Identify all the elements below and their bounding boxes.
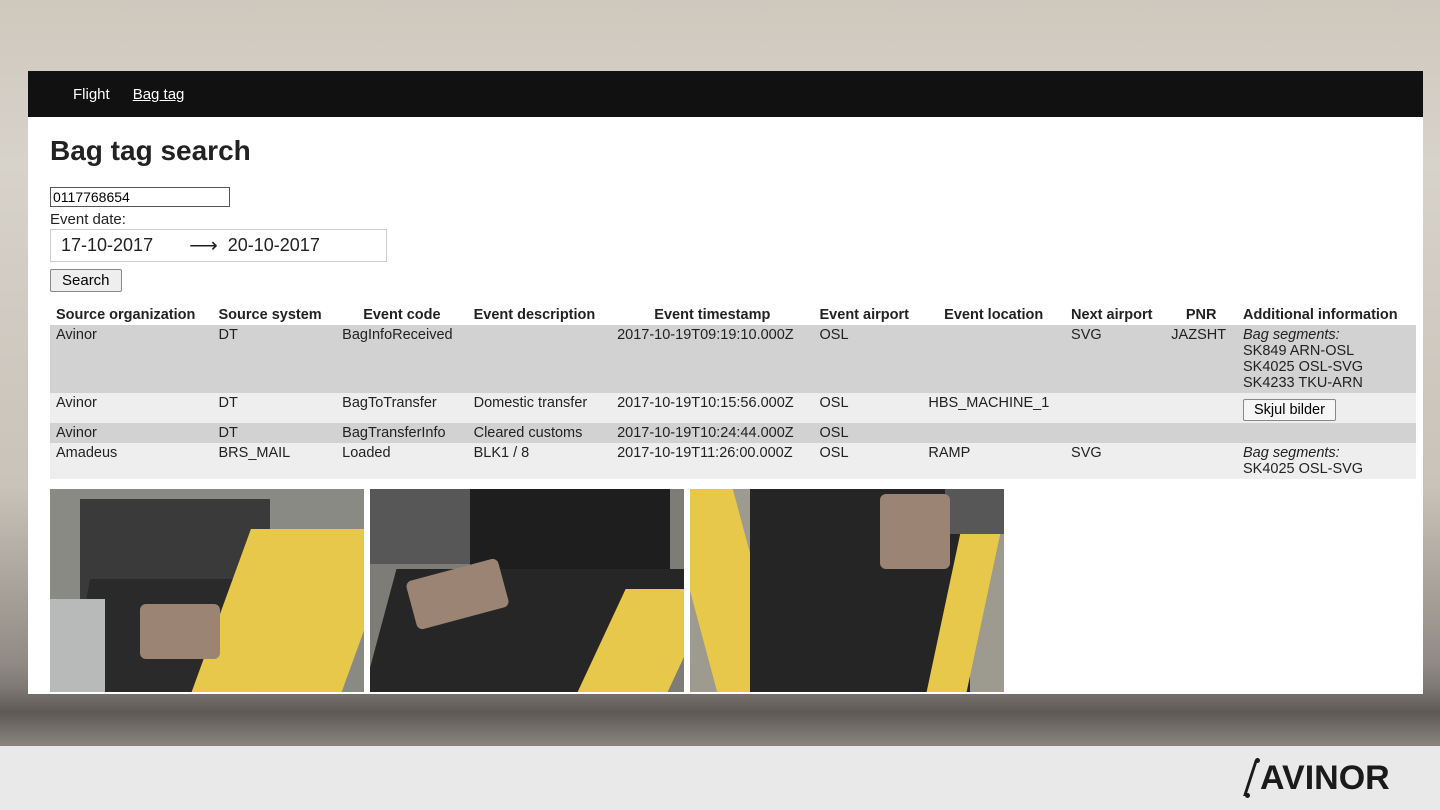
cell-timestamp: 2017-10-19T10:24:44.000Z <box>611 423 814 443</box>
search-button[interactable]: Search <box>50 269 122 292</box>
logo-text: AVINOR <box>1260 758 1390 797</box>
cell-pnr <box>1165 393 1237 423</box>
info-title: Bag segments: <box>1242 445 1340 461</box>
cell-timestamp: 2017-10-19T09:19:10.000Z <box>611 325 814 393</box>
cell-pnr: JAZSHT <box>1165 325 1237 393</box>
nav-bag-tag[interactable]: Bag tag <box>133 86 185 103</box>
events-table: Source organization Source system Event … <box>50 305 1416 479</box>
cell-pnr <box>1165 443 1237 479</box>
main-content: Bag tag search Event date: 17-10-2017 ⟶ … <box>28 135 1423 692</box>
logo-slash-icon <box>1245 758 1260 798</box>
camera-image <box>50 489 364 692</box>
camera-image <box>370 489 684 692</box>
cell-code: BagInfoReceived <box>336 325 468 393</box>
slide-footer <box>0 746 1440 810</box>
bag-tag-input[interactable] <box>50 187 230 207</box>
cell-timestamp: 2017-10-19T11:26:00.000Z <box>611 443 814 479</box>
cell-location: HBS_MACHINE_1 <box>922 393 1066 423</box>
table-row: Avinor DT BagInfoReceived 2017-10-19T09:… <box>50 325 1416 393</box>
cell-org: Avinor <box>50 393 213 423</box>
cell-next-airport <box>1065 423 1166 443</box>
page-title: Bag tag search <box>50 135 251 166</box>
cell-next-airport: SVG <box>1065 325 1166 393</box>
cell-desc: BLK1 / 8 <box>467 443 612 479</box>
col-next-airport: Next airport <box>1071 307 1153 323</box>
arrow-right-icon: ⟶ <box>189 235 218 257</box>
date-to[interactable]: 20-10-2017 <box>228 235 320 256</box>
cell-system: DT <box>212 423 337 443</box>
info-line: SK849 ARN-OSL <box>1242 343 1355 359</box>
cell-location: RAMP <box>922 443 1066 479</box>
background-runway <box>0 690 1440 746</box>
cell-system: BRS_MAIL <box>212 443 337 479</box>
col-additional-information: Additional information <box>1242 307 1398 323</box>
hide-images-button[interactable]: Skjul bilder <box>1242 399 1336 421</box>
nav-flight[interactable]: Flight <box>73 86 110 103</box>
cell-pnr <box>1165 423 1237 443</box>
cell-airport: OSL <box>813 325 923 393</box>
col-source-organization: Source organization <box>56 307 196 323</box>
col-event-location: Event location <box>944 307 1044 323</box>
cell-airport: OSL <box>813 443 923 479</box>
cell-airport: OSL <box>813 423 923 443</box>
table-row: Avinor DT BagToTransfer Domestic transfe… <box>50 393 1416 423</box>
cell-system: DT <box>212 393 337 423</box>
app-window: Flight Bag tag Bag tag search Event date… <box>28 71 1423 694</box>
table-header-row: Source organization Source system Event … <box>50 305 1416 325</box>
table-row: Amadeus BRS_MAIL Loaded BLK1 / 8 2017-10… <box>50 443 1416 479</box>
cell-additional-info: Skjul bilder <box>1236 393 1416 423</box>
col-event-timestamp: Event timestamp <box>654 307 771 323</box>
cell-code: BagTransferInfo <box>336 423 468 443</box>
cell-additional-info: Bag segments: SK4025 OSL-SVG <box>1236 443 1416 479</box>
event-date-label: Event date: <box>50 211 126 228</box>
info-line: SK4025 OSL-SVG <box>1242 461 1364 477</box>
event-date-range-picker[interactable]: 17-10-2017 ⟶ 20-10-2017 <box>50 229 387 262</box>
avinor-logo: AVINOR <box>1245 756 1390 800</box>
cell-desc: Cleared customs <box>467 423 612 443</box>
cell-desc <box>467 325 612 393</box>
table-row: Avinor DT BagTransferInfo Cleared custom… <box>50 423 1416 443</box>
info-line: SK4025 OSL-SVG <box>1242 359 1364 375</box>
cell-code: BagToTransfer <box>336 393 468 423</box>
cell-org: Avinor <box>50 325 213 393</box>
info-line: SK4233 TKU-ARN <box>1242 375 1363 391</box>
top-navbar: Flight Bag tag <box>28 71 1423 117</box>
cell-next-airport: SVG <box>1065 443 1166 479</box>
cell-airport: OSL <box>813 393 923 423</box>
cell-timestamp: 2017-10-19T10:15:56.000Z <box>611 393 814 423</box>
col-event-airport: Event airport <box>819 307 909 323</box>
cell-system: DT <box>212 325 337 393</box>
date-from[interactable]: 17-10-2017 <box>61 235 153 256</box>
info-title: Bag segments: <box>1242 327 1340 343</box>
col-event-description: Event description <box>473 307 596 323</box>
bag-camera-images <box>50 489 1423 692</box>
cell-next-airport <box>1065 393 1166 423</box>
cell-desc: Domestic transfer <box>467 393 612 423</box>
cell-additional-info <box>1236 423 1416 443</box>
cell-org: Avinor <box>50 423 213 443</box>
cell-code: Loaded <box>336 443 468 479</box>
col-event-code: Event code <box>363 307 441 323</box>
cell-org: Amadeus <box>50 443 213 479</box>
cell-location <box>922 423 1066 443</box>
col-pnr: PNR <box>1185 307 1217 323</box>
col-source-system: Source system <box>218 307 322 323</box>
cell-location <box>922 325 1066 393</box>
cell-additional-info: Bag segments: SK849 ARN-OSL SK4025 OSL-S… <box>1236 325 1416 393</box>
camera-image <box>690 489 1004 692</box>
